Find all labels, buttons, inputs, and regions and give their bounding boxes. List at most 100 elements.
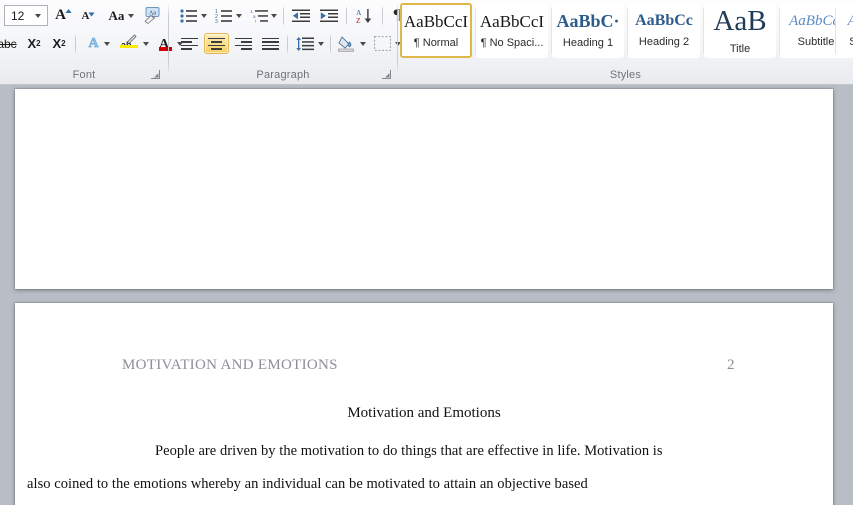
document-page-1[interactable] bbox=[15, 89, 833, 289]
page-number: 2 bbox=[727, 357, 735, 373]
change-case-label: Aa bbox=[108, 7, 125, 23]
paragraph-row1-divider-1 bbox=[283, 6, 284, 26]
chevron-down-icon bbox=[128, 13, 135, 18]
style-sample: AaBbCc bbox=[635, 12, 693, 29]
change-case-button[interactable]: Aa bbox=[105, 5, 138, 26]
strikethrough-label: abc bbox=[0, 36, 17, 51]
chevron-down-icon bbox=[318, 41, 324, 46]
font-dialog-launcher[interactable] bbox=[150, 69, 161, 80]
borders-icon bbox=[374, 36, 391, 51]
svg-text:i: i bbox=[255, 18, 256, 22]
style-item-subtle-emphasis[interactable]: Aa Su bbox=[836, 3, 853, 58]
style-name: Heading 1 bbox=[562, 37, 614, 49]
align-left-button[interactable] bbox=[177, 33, 202, 54]
svg-text:Z: Z bbox=[356, 16, 361, 24]
up-arrow-icon bbox=[65, 9, 72, 13]
document-title: Motivation and Emotions bbox=[347, 405, 501, 421]
body-paragraph-line-1: People are driven by the motivation to d… bbox=[110, 435, 750, 468]
font-size-value: 12 bbox=[11, 8, 25, 23]
body-text-line-1: People are driven by the motivation to d… bbox=[155, 443, 663, 459]
body-text-line-2: also coined to the emotions whereby an i… bbox=[27, 476, 588, 492]
multilevel-list-button[interactable]: 1 a i bbox=[247, 5, 280, 26]
style-sample: AaBbCcI bbox=[403, 11, 469, 31]
superscript-label: X bbox=[52, 36, 62, 51]
word-application-window: 12 A A Aa Aa abc X 2 X 2 A A Font 1 2 3 … bbox=[0, 0, 853, 505]
clear-formatting-button[interactable]: Aa bbox=[140, 5, 165, 26]
chevron-down-icon bbox=[201, 13, 207, 18]
chevron-down-icon bbox=[143, 41, 149, 46]
superscript-button[interactable]: X2 bbox=[47, 33, 71, 54]
subscript-button[interactable]: X2 bbox=[22, 33, 46, 54]
down-arrow-icon bbox=[88, 12, 96, 17]
style-item-heading-2[interactable]: AaBbCc Heading 2 bbox=[628, 3, 700, 58]
sort-icon: A Z bbox=[356, 8, 371, 24]
justify-button[interactable] bbox=[258, 33, 283, 54]
ribbon-group-paragraph: 1 2 3 1 a i A Z Paragraph bbox=[169, 0, 401, 84]
align-center-button[interactable] bbox=[204, 33, 229, 54]
style-item-normal[interactable]: AaBbCcI ¶ Normal bbox=[400, 3, 472, 58]
ribbon-group-font: 12 A A Aa Aa abc X 2 X 2 A A Font bbox=[0, 0, 183, 84]
shading-button[interactable] bbox=[335, 33, 369, 54]
bullets-button[interactable] bbox=[177, 5, 210, 26]
align-right-icon bbox=[235, 37, 252, 50]
increase-indent-button[interactable] bbox=[316, 5, 342, 26]
superscript-index: 2 bbox=[61, 39, 66, 48]
chevron-down-icon bbox=[360, 41, 366, 46]
style-sample: Aa bbox=[848, 13, 853, 29]
sort-button[interactable]: A Z bbox=[351, 5, 378, 26]
style-name: Su bbox=[849, 36, 853, 48]
chevron-down-icon bbox=[103, 41, 110, 46]
paragraph-row2-divider-1 bbox=[287, 34, 288, 54]
style-name: ¶ No Spaci... bbox=[480, 36, 544, 49]
multilevel-list-icon: 1 a i bbox=[250, 9, 268, 23]
style-item-title[interactable]: AaB Title bbox=[704, 3, 776, 58]
body-paragraph-line-2: also coined to the emotions whereby an i… bbox=[27, 468, 757, 501]
decrease-indent-icon bbox=[292, 9, 310, 22]
paragraph-row1-divider-2 bbox=[346, 6, 347, 26]
running-head-text: MOTIVATION AND EMOTIONS bbox=[122, 357, 338, 373]
shading-icon bbox=[338, 35, 354, 52]
shrink-font-button[interactable]: A bbox=[77, 5, 100, 26]
text-effects-label: A bbox=[88, 35, 99, 51]
style-name: Heading 2 bbox=[638, 36, 690, 48]
style-name: Title bbox=[729, 42, 751, 55]
text-highlight-color-button[interactable]: ab bbox=[117, 33, 153, 54]
chevron-down-icon bbox=[271, 13, 277, 18]
style-sample: AaBbC· bbox=[556, 11, 620, 31]
bullets-icon bbox=[180, 8, 197, 23]
clear-formatting-icon: Aa bbox=[143, 7, 159, 24]
group-label-paragraph: Paragraph bbox=[256, 69, 310, 81]
decrease-indent-button[interactable] bbox=[288, 5, 314, 26]
style-item-heading-1[interactable]: AaBbC· Heading 1 bbox=[552, 3, 624, 58]
numbering-button[interactable]: 1 2 3 bbox=[212, 5, 245, 26]
font-row-divider bbox=[75, 34, 76, 54]
ribbon-group-styles: AaBbCcI ¶ Normal AaBbCcI ¶ No Spaci... A… bbox=[398, 0, 853, 84]
increase-indent-icon bbox=[320, 9, 338, 22]
svg-text:3: 3 bbox=[215, 19, 218, 23]
group-label-styles: Styles bbox=[609, 69, 642, 81]
document-page-2[interactable]: MOTIVATION AND EMOTIONS 2 Motivation and… bbox=[15, 303, 833, 505]
align-left-icon bbox=[181, 37, 198, 50]
line-spacing-button[interactable] bbox=[292, 33, 327, 54]
ribbon: 12 A A Aa Aa abc X 2 X 2 A A Font 1 2 3 … bbox=[0, 0, 853, 85]
font-size-combobox[interactable]: 12 bbox=[4, 5, 48, 26]
chevron-down-icon bbox=[236, 13, 242, 18]
numbering-icon: 1 2 3 bbox=[215, 9, 232, 23]
paragraph-dialog-launcher[interactable] bbox=[381, 69, 392, 80]
style-sample: AaBbCcI bbox=[479, 11, 545, 31]
grow-font-button[interactable]: A bbox=[52, 5, 75, 26]
style-sample: AaB bbox=[713, 4, 767, 37]
align-right-button[interactable] bbox=[231, 33, 256, 54]
line-spacing-icon bbox=[296, 36, 314, 51]
style-name: Subtitle bbox=[797, 35, 835, 48]
highlight-color-swatch bbox=[120, 44, 138, 48]
style-name: ¶ Normal bbox=[413, 36, 459, 49]
document-canvas[interactable]: MOTIVATION AND EMOTIONS 2 Motivation and… bbox=[0, 85, 853, 505]
subscript-label: X bbox=[27, 36, 37, 51]
align-center-icon bbox=[208, 37, 225, 50]
style-item-no-spacing[interactable]: AaBbCcI ¶ No Spaci... bbox=[476, 3, 548, 58]
text-effects-button[interactable]: A bbox=[82, 33, 116, 54]
subscript-index: 2 bbox=[36, 39, 41, 48]
strikethrough-button[interactable]: abc bbox=[0, 33, 22, 54]
page-header: MOTIVATION AND EMOTIONS 2 bbox=[15, 357, 833, 379]
